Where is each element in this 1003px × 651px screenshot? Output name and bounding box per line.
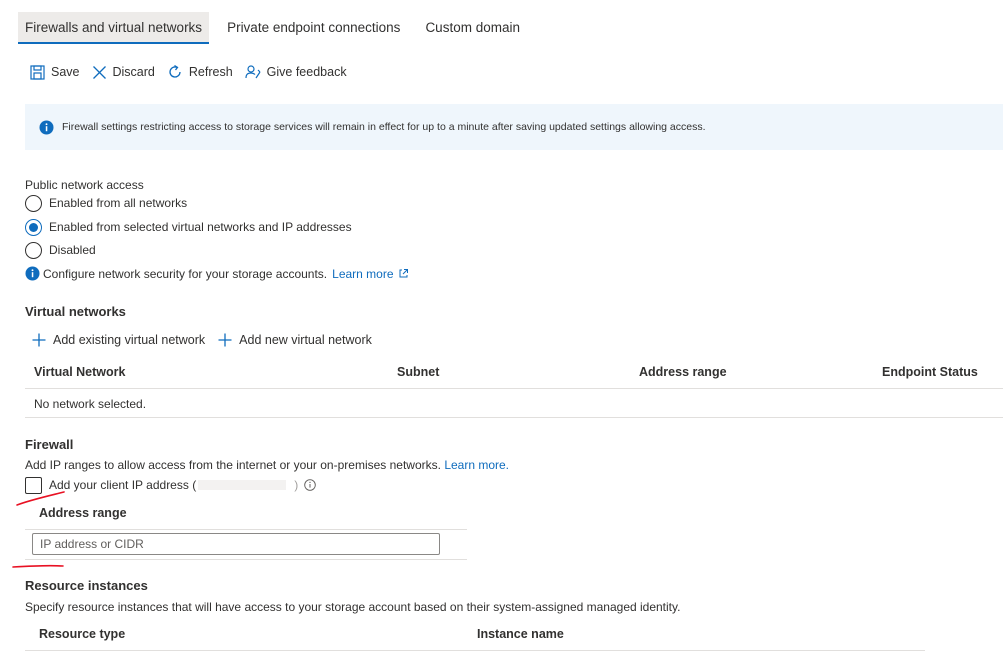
tab-bar: Firewalls and virtual networks Private e… bbox=[18, 12, 538, 44]
info-banner: Firewall settings restricting access to … bbox=[25, 104, 1003, 150]
add-new-virtual-network-button[interactable]: Add new virtual network bbox=[218, 333, 372, 347]
column-header-endpoint-status: Endpoint Status bbox=[882, 365, 978, 379]
resource-instances-description: Specify resource instances that will hav… bbox=[25, 600, 681, 614]
virtual-networks-title: Virtual networks bbox=[25, 304, 126, 319]
info-banner-text: Firewall settings restricting access to … bbox=[62, 121, 706, 133]
info-icon bbox=[39, 120, 54, 134]
give-feedback-label: Give feedback bbox=[266, 65, 347, 79]
public-network-access-label: Public network access bbox=[25, 178, 144, 192]
resource-instances-table-header: Resource type Instance name bbox=[25, 620, 925, 651]
address-range-row bbox=[25, 530, 467, 560]
add-client-ip-row[interactable]: Add your client IP address ( ) bbox=[25, 476, 316, 494]
column-header-virtual-network: Virtual Network bbox=[34, 365, 126, 379]
column-header-address-range: Address range bbox=[639, 365, 727, 379]
radio-label: Disabled bbox=[49, 243, 96, 257]
tab-custom-domain[interactable]: Custom domain bbox=[418, 12, 527, 44]
radio-button-selected[interactable] bbox=[25, 218, 42, 236]
add-new-label: Add new virtual network bbox=[239, 333, 372, 347]
hint-text: Configure network security for your stor… bbox=[43, 266, 328, 281]
info-circle-icon[interactable] bbox=[304, 479, 316, 491]
info-icon bbox=[25, 266, 40, 281]
discard-button[interactable]: Discard bbox=[92, 65, 155, 80]
add-existing-label: Add existing virtual network bbox=[53, 333, 206, 347]
command-bar: Save Discard Refresh Give feedback bbox=[30, 62, 359, 82]
column-header-address-range: Address range bbox=[39, 506, 127, 520]
refresh-label: Refresh bbox=[188, 65, 233, 79]
tab-firewalls-and-virtual-networks[interactable]: Firewalls and virtual networks bbox=[18, 12, 210, 44]
address-range-input[interactable] bbox=[32, 533, 440, 555]
save-icon bbox=[30, 64, 45, 80]
column-header-resource-type: Resource type bbox=[39, 627, 126, 641]
add-client-ip-label: Add your client IP address ( bbox=[49, 478, 197, 492]
client-ip-suffix: ) bbox=[294, 478, 299, 492]
plus-icon bbox=[218, 333, 232, 347]
refresh-button[interactable]: Refresh bbox=[167, 64, 233, 80]
learn-more-link[interactable]: Learn more bbox=[332, 267, 393, 281]
table-row: No network selected. bbox=[25, 389, 1003, 418]
radio-button[interactable] bbox=[25, 241, 42, 259]
add-existing-virtual-network-button[interactable]: Add existing virtual network bbox=[32, 333, 205, 347]
resource-instances-title: Resource instances bbox=[25, 578, 148, 593]
empty-state-text: No network selected. bbox=[34, 397, 147, 411]
refresh-icon bbox=[169, 64, 181, 78]
external-link-icon[interactable] bbox=[398, 268, 409, 279]
radio-label: Enabled from selected virtual networks a… bbox=[49, 220, 352, 234]
firewall-description-text: Add IP ranges to allow access from the i… bbox=[25, 458, 441, 472]
feedback-icon bbox=[245, 65, 261, 79]
radio-disabled[interactable]: Disabled bbox=[25, 241, 96, 259]
firewall-description: Add IP ranges to allow access from the i… bbox=[25, 458, 509, 472]
redacted-ip-address bbox=[198, 480, 287, 490]
radio-enabled-all-networks[interactable]: Enabled from all networks bbox=[25, 194, 187, 212]
plus-icon bbox=[32, 333, 46, 347]
discard-label: Discard bbox=[112, 65, 155, 79]
address-range-table-header: Address range bbox=[25, 500, 467, 530]
column-header-subnet: Subnet bbox=[397, 365, 440, 379]
radio-button[interactable] bbox=[25, 194, 42, 212]
give-feedback-button[interactable]: Give feedback bbox=[245, 64, 347, 80]
virtual-network-table-header: Virtual Network Subnet Address range End… bbox=[25, 356, 1003, 389]
save-button[interactable]: Save bbox=[30, 64, 80, 80]
radio-enabled-selected-networks[interactable]: Enabled from selected virtual networks a… bbox=[25, 218, 352, 236]
firewall-title: Firewall bbox=[25, 437, 74, 452]
virtual-network-actions: Add existing virtual network Add new vir… bbox=[32, 333, 385, 347]
column-header-instance-name: Instance name bbox=[477, 627, 564, 641]
add-client-ip-checkbox[interactable] bbox=[25, 476, 42, 494]
network-security-hint: Configure network security for your stor… bbox=[25, 266, 412, 281]
save-label: Save bbox=[51, 65, 80, 79]
tab-private-endpoint-connections[interactable]: Private endpoint connections bbox=[220, 12, 407, 44]
firewall-learn-more-link[interactable]: Learn more. bbox=[444, 458, 509, 472]
radio-label: Enabled from all networks bbox=[49, 196, 188, 210]
close-icon bbox=[92, 65, 106, 79]
annotation-underline-input bbox=[12, 564, 64, 568]
